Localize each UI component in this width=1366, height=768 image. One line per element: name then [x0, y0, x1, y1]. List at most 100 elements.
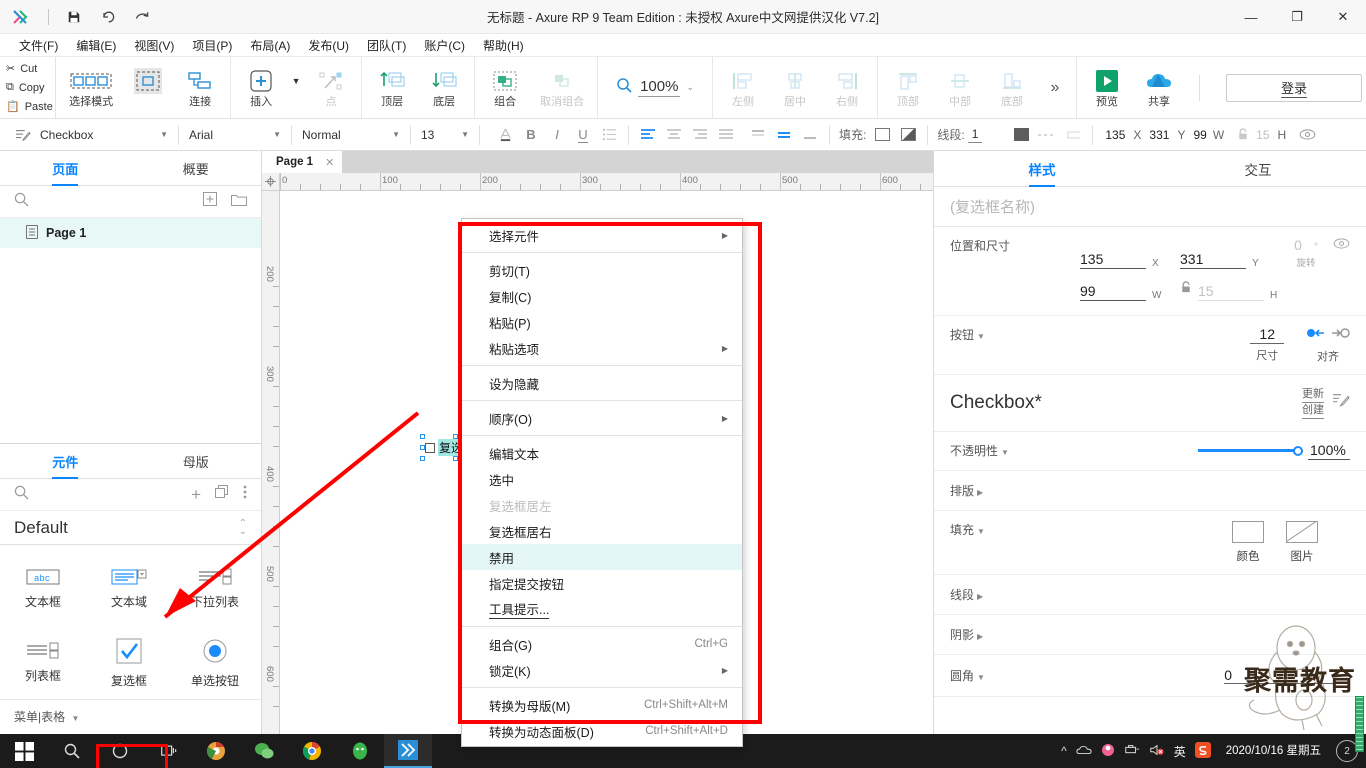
create-style-link[interactable]: 创建: [1302, 403, 1324, 419]
tab-interactions[interactable]: 交互: [1150, 151, 1366, 186]
y-value[interactable]: 331: [1149, 128, 1169, 142]
corner-radius-input[interactable]: 0: [1224, 667, 1350, 684]
tray-chevron-icon[interactable]: ^: [1061, 744, 1067, 758]
add-page-icon[interactable]: [203, 192, 217, 211]
italic-icon[interactable]: I: [544, 123, 570, 147]
menu-publish[interactable]: 发布(U): [299, 35, 358, 56]
bold-icon[interactable]: B: [518, 123, 544, 147]
chevron-down-icon[interactable]: ▼: [1001, 448, 1009, 457]
slider-knob[interactable]: [1293, 445, 1303, 456]
typography-section[interactable]: 排版 ▶: [934, 471, 1366, 511]
fill-image-button[interactable]: 图片: [1286, 520, 1318, 564]
widget-checkbox[interactable]: 复选框: [86, 625, 172, 699]
volume-muted-icon[interactable]: [1149, 743, 1165, 760]
connect-button[interactable]: 连接: [174, 57, 226, 118]
h-value[interactable]: 15: [1256, 128, 1269, 142]
minimize-button[interactable]: —: [1228, 0, 1274, 34]
opacity-slider[interactable]: [1198, 445, 1303, 456]
fill-gradient-swatch[interactable]: [895, 123, 921, 147]
zoom-value[interactable]: 100%: [638, 78, 681, 97]
redo-icon[interactable]: [125, 4, 159, 30]
library-section-menus[interactable]: 菜单|表格 ▼: [0, 699, 261, 729]
line-dash-style-icon[interactable]: [1034, 123, 1060, 147]
tab-style[interactable]: 样式: [934, 151, 1150, 186]
add-folder-icon[interactable]: [231, 193, 247, 211]
taskview-icon[interactable]: [144, 734, 192, 768]
add-library-icon[interactable]: +: [191, 486, 201, 503]
library-options-icon[interactable]: [243, 485, 247, 504]
width-input[interactable]: 99: [1080, 283, 1146, 301]
widget-name-input[interactable]: (复选框名称): [934, 187, 1366, 227]
ctx-convert-to-master[interactable]: 转换为母版(M) Ctrl+Shift+Alt+M: [462, 692, 742, 718]
font-size-select[interactable]: 13 ▼: [417, 123, 473, 147]
valign-top-icon[interactable]: [745, 123, 771, 147]
search-icon[interactable]: [14, 485, 29, 505]
ctx-set-hidden[interactable]: 设为隐藏: [462, 370, 742, 396]
close-button[interactable]: ✕: [1320, 0, 1366, 34]
send-back-button[interactable]: 底层: [418, 57, 470, 118]
start-icon[interactable]: [0, 741, 48, 761]
zoom-control[interactable]: 100% ⌄: [602, 77, 708, 98]
chrome-icon[interactable]: [288, 734, 336, 768]
page-item-page1[interactable]: Page 1: [0, 218, 261, 248]
chevron-down-icon[interactable]: ▼: [977, 332, 985, 341]
chrome-canary-icon[interactable]: [192, 734, 240, 768]
sogou-ime-icon[interactable]: [1194, 741, 1211, 761]
fill-color-button[interactable]: 颜色: [1232, 520, 1264, 564]
search-icon[interactable]: [48, 734, 96, 768]
menu-project[interactable]: 项目(P): [183, 35, 241, 56]
save-icon[interactable]: [57, 4, 91, 30]
ctx-assign-submit-button[interactable]: 指定提交按钮: [462, 570, 742, 596]
valign-middle-icon[interactable]: [771, 123, 797, 147]
line-section[interactable]: 线段 ▶: [934, 575, 1366, 615]
tab-masters[interactable]: 母版: [131, 444, 262, 478]
widget-radiobutton[interactable]: 单选按钮: [172, 625, 258, 699]
underline-icon[interactable]: U: [570, 123, 596, 147]
visibility-eye-icon[interactable]: [1294, 123, 1320, 147]
menu-view[interactable]: 视图(V): [125, 35, 183, 56]
valign-bottom-icon[interactable]: [797, 123, 823, 147]
collapse-chevron-icon[interactable]: ⌃ ⌄: [239, 518, 247, 536]
page-tab-page1[interactable]: Page 1 ✕: [262, 151, 343, 173]
printer-icon[interactable]: [1124, 744, 1140, 759]
shadow-section[interactable]: 阴影 ▶: [934, 615, 1366, 655]
widget-type-select[interactable]: Checkbox ▼: [36, 123, 172, 147]
menu-help[interactable]: 帮助(H): [474, 35, 533, 56]
align-text-left-icon[interactable]: [635, 123, 661, 147]
widget-textfield[interactable]: abc 文本框: [0, 551, 86, 625]
ctx-group[interactable]: 组合(G) Ctrl+G: [462, 631, 742, 657]
chevron-down-icon[interactable]: ▼: [977, 673, 985, 682]
menu-edit[interactable]: 编辑(E): [67, 35, 125, 56]
ctx-paste-options[interactable]: 粘贴选项 ▶: [462, 335, 742, 361]
lock-aspect-icon[interactable]: [1180, 281, 1192, 301]
align-text-center-icon[interactable]: [661, 123, 687, 147]
ctx-tooltip[interactable]: 工具提示...: [462, 596, 742, 622]
line-color-swatch[interactable]: [1008, 123, 1034, 147]
fill-color-swatch[interactable]: [869, 123, 895, 147]
copy-button[interactable]: ⧉ Copy: [6, 78, 55, 97]
ctx-lock[interactable]: 锁定(K) ▶: [462, 657, 742, 683]
vertical-scrollbar[interactable]: [1355, 696, 1364, 752]
group-button[interactable]: 组合: [479, 57, 531, 118]
ctx-paste[interactable]: 粘贴(P): [462, 309, 742, 335]
cortana-icon[interactable]: [96, 734, 144, 768]
lock-ratio-icon[interactable]: [1230, 123, 1256, 147]
search-icon[interactable]: [14, 192, 29, 212]
menu-team[interactable]: 团队(T): [358, 35, 415, 56]
clock[interactable]: 2020/10/16 星期五: [1220, 744, 1327, 758]
ctx-cut[interactable]: 剪切(T): [462, 257, 742, 283]
close-icon[interactable]: ✕: [325, 156, 334, 169]
single-select-button[interactable]: [122, 57, 174, 118]
wechat-icon[interactable]: [240, 734, 288, 768]
copy-library-icon[interactable]: [215, 485, 229, 504]
align-text-justify-icon[interactable]: [713, 123, 739, 147]
insert-dropdown-button[interactable]: ▼: [287, 57, 305, 118]
ctx-select-widget[interactable]: 选择元件 ▶: [462, 222, 742, 248]
button-size-control[interactable]: 12 尺寸: [1250, 326, 1284, 363]
ruler-origin[interactable]: [262, 173, 280, 191]
maximize-button[interactable]: ❐: [1274, 0, 1320, 34]
bullet-list-icon[interactable]: [596, 123, 622, 147]
tab-widgets[interactable]: 元件: [0, 444, 131, 478]
chevron-down-icon[interactable]: ▼: [977, 527, 985, 536]
bring-front-button[interactable]: 顶层: [366, 57, 418, 118]
